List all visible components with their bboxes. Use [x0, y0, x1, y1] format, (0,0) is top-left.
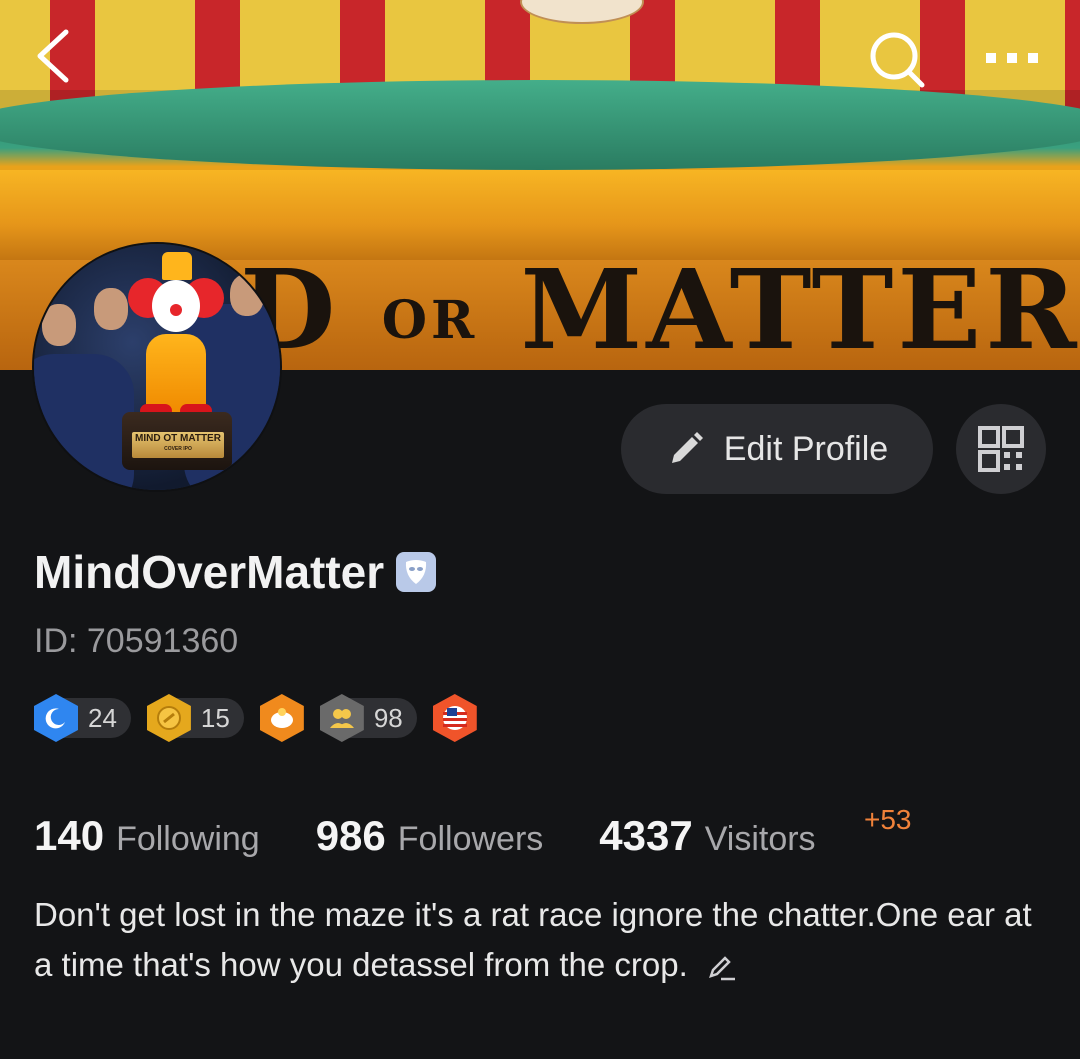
badge-moon[interactable]: 24 — [34, 694, 131, 742]
followers-count: 986 — [315, 812, 386, 859]
avatar[interactable]: MIND OT MATTER COVER IPO — [34, 244, 280, 490]
profile-username: MindOverMatter — [34, 545, 437, 599]
edit-profile-button[interactable]: Edit Profile — [621, 404, 933, 494]
badge-count: 15 — [200, 702, 230, 733]
cover-text-part-2: MATTER — [520, 245, 1080, 370]
cover-text-small: OR — [381, 290, 479, 351]
bio: Don't get lost in the maze it's a rat ra… — [34, 890, 1044, 990]
following-count: 140 — [34, 812, 105, 859]
plaque-text: MIND OT MATTER — [135, 433, 221, 444]
piggy-bank-icon[interactable] — [259, 694, 304, 742]
badge-group[interactable]: 98 — [319, 694, 417, 742]
flag-icon[interactable] — [432, 694, 477, 742]
plaque-subtext: COVER IPO — [164, 446, 192, 452]
badge-count: 98 — [373, 702, 403, 733]
visitors-label: Visitors — [704, 820, 816, 858]
followers-stat[interactable]: 986 Followers — [316, 812, 544, 860]
following-stat[interactable]: 140 Following — [34, 812, 260, 860]
visitors-count: 4337 — [599, 812, 693, 859]
visitors-stat[interactable]: 4337 Visitors — [599, 812, 815, 860]
following-label: Following — [116, 820, 260, 858]
search-icon[interactable] — [868, 30, 928, 90]
badge-coin[interactable]: 15 — [146, 694, 244, 742]
more-options-icon[interactable] — [984, 46, 1040, 70]
moon-icon — [34, 694, 78, 742]
badge-count: 24 — [88, 702, 117, 733]
pencil-icon — [671, 432, 703, 463]
followers-label: Followers — [397, 820, 544, 858]
qr-code-icon — [978, 426, 1024, 472]
visitors-delta-badge: +53 — [864, 804, 912, 835]
edit-bio-icon[interactable] — [707, 952, 737, 982]
stats-row: 140 Following 986 Followers 4337 Visitor… — [34, 812, 816, 860]
trophy-plaque: MIND OT MATTER COVER IPO — [132, 432, 224, 458]
username-text: MindOverMatter — [34, 546, 385, 598]
group-icon — [319, 694, 364, 742]
mask-badge-icon[interactable] — [396, 552, 437, 592]
coin-icon — [146, 694, 191, 742]
back-arrow-icon[interactable] — [30, 26, 74, 86]
cover-text: D OR MATTER — [240, 255, 1080, 365]
edit-profile-label: Edit Profile — [723, 429, 889, 468]
bio-text: Don't get lost in the maze it's a rat ra… — [34, 896, 1032, 983]
badges-row: 24 15 98 — [34, 694, 477, 742]
qr-code-button[interactable] — [956, 404, 1046, 494]
user-id: ID: 70591360 — [34, 622, 239, 660]
cover-green-band — [0, 80, 1080, 170]
